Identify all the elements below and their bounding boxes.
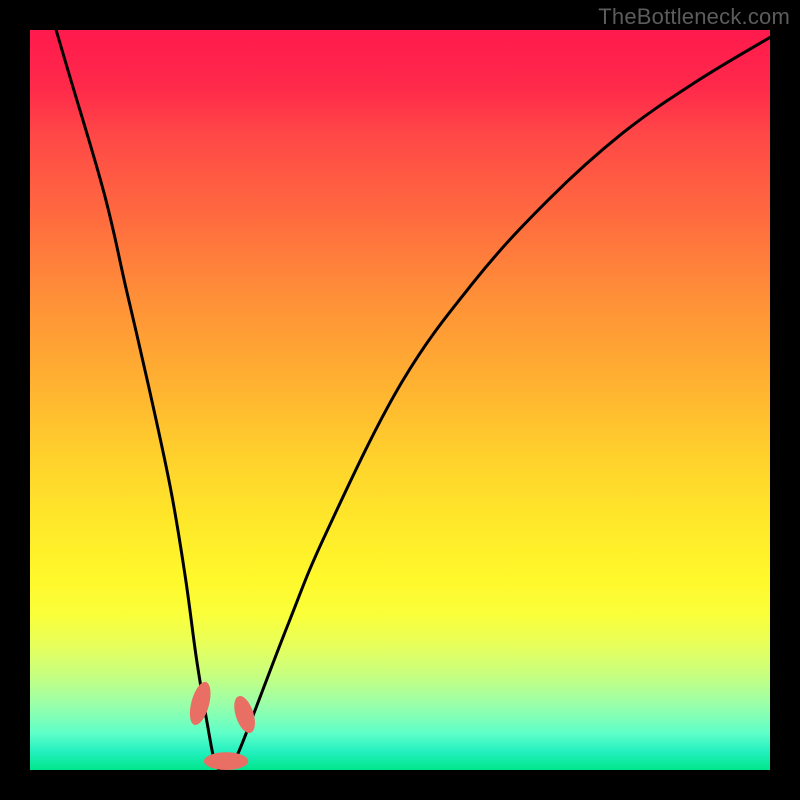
marker-group [186, 680, 259, 770]
bottom-segment [204, 752, 248, 770]
chart-frame: TheBottleneck.com [0, 0, 800, 800]
left-knee-segment [186, 680, 215, 727]
plot-area [30, 30, 770, 770]
bottleneck-curve [30, 30, 770, 770]
curve-svg [30, 30, 770, 770]
right-knee-segment [230, 693, 259, 735]
watermark-text: TheBottleneck.com [598, 4, 790, 30]
